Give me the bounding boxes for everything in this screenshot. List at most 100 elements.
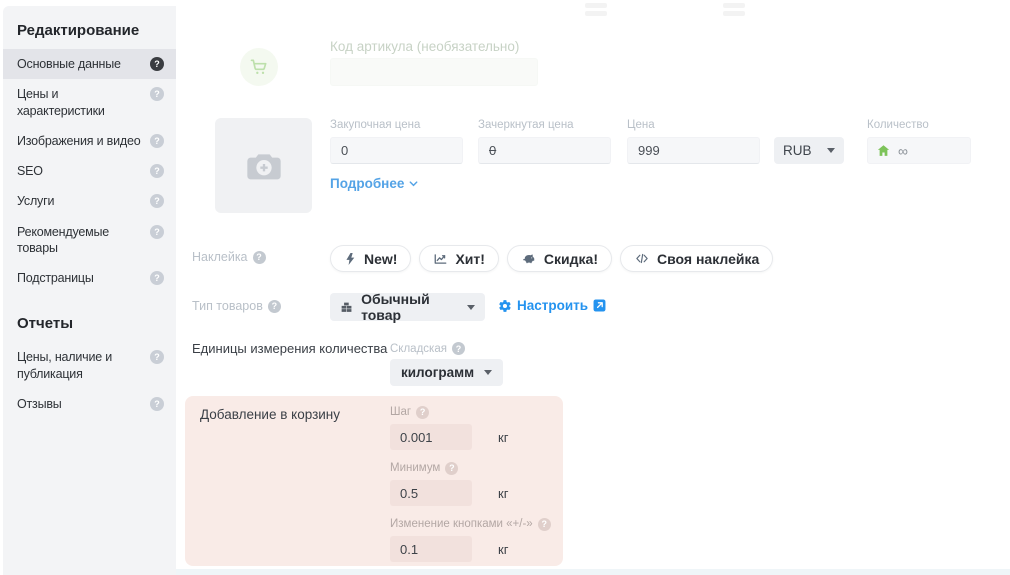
sidebar-item-seo[interactable]: SEO ?: [3, 156, 176, 186]
purchase-price-field: Закупочная цена: [330, 118, 463, 164]
add-to-cart-title: Добавление в корзину: [200, 407, 341, 422]
help-icon[interactable]: ?: [252, 250, 266, 264]
step-input[interactable]: [390, 424, 472, 450]
product-type-label-row: Тип товаров ?: [192, 299, 281, 313]
caret-down-icon: [467, 304, 475, 310]
purchase-price-label: Закупочная цена: [330, 119, 421, 131]
trend-chart-icon: [433, 252, 448, 266]
old-price-field: Зачеркнутая цена: [478, 118, 611, 164]
increment-input[interactable]: [390, 536, 472, 562]
image-upload-placeholder[interactable]: [215, 118, 312, 213]
configure-link[interactable]: Настроить: [498, 298, 606, 313]
stock-unit-label-row: Складская ?: [390, 342, 465, 355]
sidebar-item-subpages[interactable]: Подстраницы ?: [3, 263, 176, 293]
sidebar-item-prices-specs[interactable]: Цены и характеристики ?: [3, 79, 176, 126]
horizontal-scrollbar-track[interactable]: [176, 569, 1010, 575]
sidebar-item-label: Подстраницы: [17, 271, 94, 285]
help-icon[interactable]: ?: [150, 271, 164, 285]
sidebar-item-main-data[interactable]: Основные данные ?: [3, 49, 176, 80]
sku-label: Код артикула (необязательно): [330, 39, 520, 54]
cart-icon: [240, 48, 278, 86]
help-icon[interactable]: ?: [150, 396, 164, 411]
sticker-hit-label: Хит!: [455, 250, 485, 267]
help-icon[interactable]: ?: [416, 405, 430, 419]
unit-select[interactable]: килограмм: [390, 359, 504, 386]
sidebar-reports-header: Отчеты: [17, 315, 74, 333]
price-input[interactable]: [627, 137, 760, 164]
sticker-hit-button[interactable]: Хит!: [419, 245, 499, 272]
sidebar-item-label: Изображения и видео: [17, 133, 141, 148]
help-icon[interactable]: ?: [451, 342, 465, 355]
sticker-custom-button[interactable]: Своя наклейка: [620, 245, 774, 272]
quantity-input[interactable]: ∞: [867, 137, 971, 164]
infinity-value: ∞: [898, 142, 908, 159]
minimum-label-row: Минимум ?: [390, 461, 551, 475]
help-icon[interactable]: ?: [537, 517, 551, 531]
sidebar-item-prices-availability[interactable]: Цены, наличие и публикация ?: [3, 342, 176, 389]
help-icon[interactable]: ?: [445, 461, 459, 475]
configure-label: Настроить: [517, 298, 589, 313]
help-icon[interactable]: ?: [150, 224, 164, 239]
units-label: Единицы измерения количества: [192, 341, 388, 356]
minimum-input[interactable]: [390, 480, 472, 506]
sticker-label: Наклейка: [192, 250, 248, 264]
sidebar-item-label: Основные данные: [17, 57, 121, 71]
lightning-icon: [344, 252, 357, 266]
price-label: Цена: [627, 119, 655, 131]
price-field: Цена: [627, 118, 760, 164]
product-type-label: Тип товаров: [192, 299, 263, 313]
more-details-link[interactable]: Подробнее: [330, 176, 419, 191]
placeholder-bars: [585, 3, 607, 16]
price-fields-row: Закупочная цена Зачеркнутая цена Цена RU…: [330, 118, 971, 164]
increment-unit: кг: [498, 541, 509, 557]
product-type-value: Обычный товар: [361, 291, 430, 323]
step-label-row: Шаг ?: [390, 405, 551, 419]
camera-plus-icon: [246, 153, 281, 179]
increment-label: Изменение кнопками «+/-»: [390, 518, 533, 530]
external-link-icon: [593, 299, 606, 312]
sticker-label-row: Наклейка ?: [192, 250, 266, 264]
placeholder-bars: [723, 3, 745, 16]
sidebar-item-reviews[interactable]: Отзывы ?: [3, 389, 176, 419]
help-icon[interactable]: ?: [150, 164, 164, 178]
faded-top-section: Код артикула (необязательно): [176, 0, 1010, 100]
sticker-new-button[interactable]: New!: [330, 245, 412, 272]
currency-select[interactable]: RUB: [774, 137, 844, 164]
minimum-label: Минимум: [390, 462, 441, 474]
sticker-pills: New! Хит! Скидка! Своя наклейка: [330, 245, 774, 272]
help-icon[interactable]: ?: [267, 299, 281, 313]
quantity-field: Количество ∞: [867, 118, 971, 164]
sticker-sale-label: Скидка!: [543, 250, 598, 267]
caret-down-icon: [484, 370, 493, 375]
code-icon: [634, 252, 650, 265]
currency-value: RUB: [783, 143, 812, 158]
help-icon[interactable]: ?: [150, 350, 164, 365]
sticker-custom-label: Своя наклейка: [657, 250, 760, 267]
warehouse-icon: [877, 145, 890, 156]
stock-unit-label: Складская: [390, 342, 447, 355]
more-details-label: Подробнее: [330, 176, 405, 191]
product-edit-page: Редактирование Основные данные ? Цены и …: [0, 0, 1010, 575]
step-field: Шаг ? кг: [390, 405, 551, 450]
sidebar-item-label: Рекомендуемые товары: [17, 224, 110, 255]
goods-icon: [341, 302, 352, 312]
help-icon[interactable]: ?: [150, 133, 164, 148]
sidebar-edit-header: Редактирование: [17, 22, 140, 39]
increment-field: Изменение кнопками «+/-» ? кг: [390, 517, 551, 562]
sidebar-item-services[interactable]: Услуги ?: [3, 186, 176, 216]
help-icon[interactable]: ?: [150, 194, 164, 209]
sticker-sale-button[interactable]: Скидка!: [506, 245, 612, 272]
old-price-input[interactable]: [478, 137, 611, 164]
sku-input[interactable]: [330, 58, 538, 86]
sidebar-item-label: Цены, наличие и публикация: [17, 350, 113, 381]
help-icon[interactable]: ?: [150, 87, 164, 102]
step-unit: кг: [498, 429, 509, 445]
gear-icon: [499, 299, 511, 312]
sidebar-item-images-video[interactable]: Изображения и видео ?: [3, 126, 176, 156]
sidebar-item-recommended[interactable]: Рекомендуемые товары ?: [3, 217, 176, 264]
purchase-price-input[interactable]: [330, 137, 463, 164]
product-type-select[interactable]: Обычный товар: [330, 291, 485, 323]
old-price-label: Зачеркнутая цена: [478, 119, 574, 131]
help-icon[interactable]: ?: [150, 57, 164, 71]
add-to-cart-section: Добавление в корзину Шаг ? кг Минимум: [185, 396, 563, 566]
